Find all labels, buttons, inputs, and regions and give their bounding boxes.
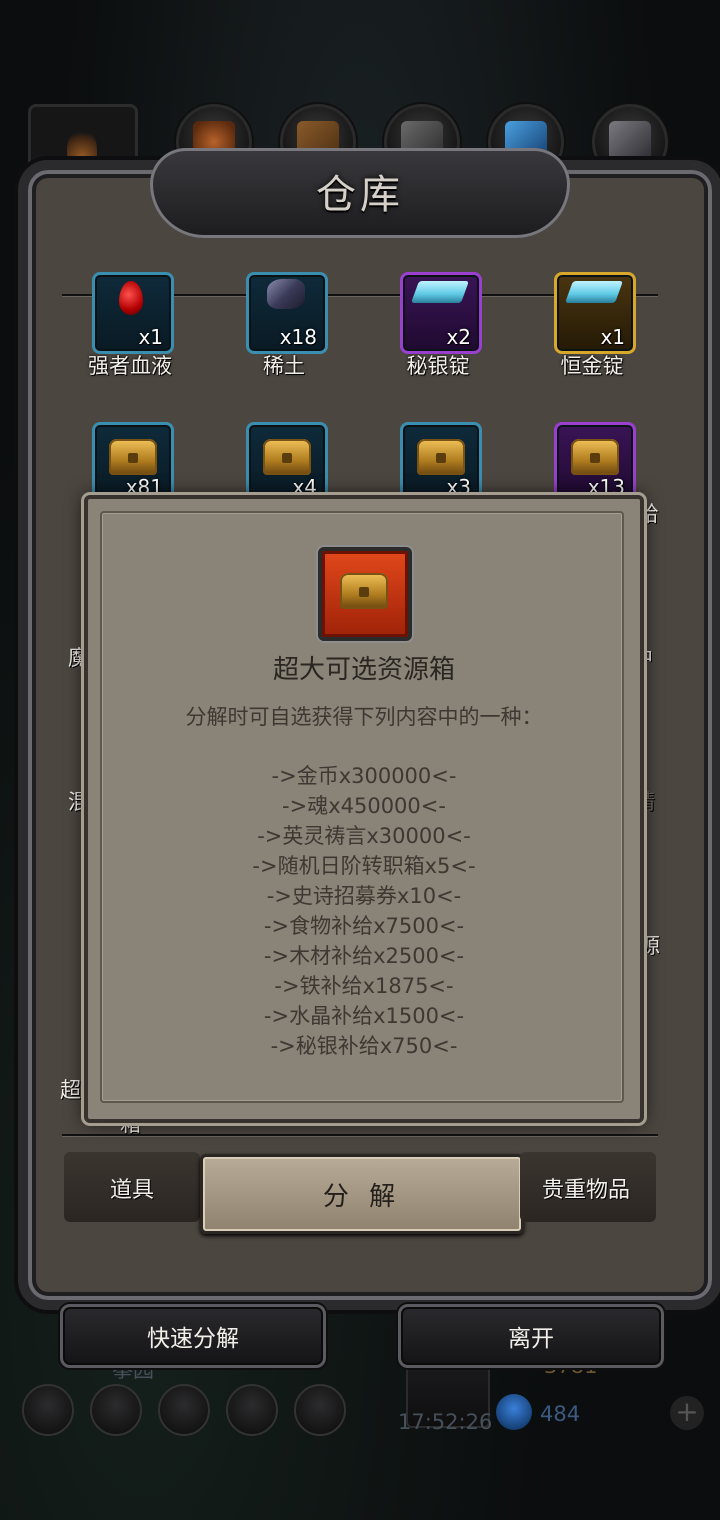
item-icon: x1 (92, 272, 174, 354)
tab-decompose[interactable]: 分 解 (200, 1154, 524, 1234)
chest-icon (340, 573, 388, 609)
item-icon: x81 (92, 422, 174, 504)
reward-option: ->金币x300000<- (271, 764, 457, 788)
clock-label: 17:52:26 (398, 1410, 493, 1434)
window-title: 仓库 (316, 172, 404, 218)
helmet-icon[interactable] (158, 1384, 210, 1436)
gem-icon (496, 1394, 532, 1430)
item-count: x2 (446, 325, 471, 349)
leave-button[interactable]: 离开 (398, 1304, 664, 1368)
reward-option: ->铁补给x1875<- (274, 974, 454, 998)
blood-drop-icon (119, 281, 143, 315)
reward-option: ->随机日阶转职箱x5<- (252, 854, 476, 878)
ingot-icon (410, 281, 470, 303)
item-icon: x2 (400, 272, 482, 354)
reward-option: ->水晶补给x1500<- (263, 1004, 465, 1028)
item-mithril-ingot[interactable]: x2 秘银锭 (378, 272, 498, 388)
popup-title: 超大可选资源箱 (272, 655, 455, 685)
popup-item-icon (318, 547, 412, 641)
reward-option: ->英灵祷言x30000<- (257, 824, 471, 848)
reward-option: ->木材补给x2500<- (263, 944, 465, 968)
mail-icon[interactable] (226, 1384, 278, 1436)
item-count: x1 (138, 325, 163, 349)
reward-option: ->史诗招募券x10<- (266, 884, 462, 908)
item-detail-popup[interactable]: 超大可选资源箱 分解时可自选获得下列内容中的一种： ->金币x300000<- … (84, 495, 644, 1123)
ore-icon (267, 279, 305, 309)
gem-count: 484 (540, 1402, 581, 1426)
mithril-icon (609, 121, 651, 163)
item-count: x1 (600, 325, 625, 349)
reward-option: ->食物补给x7500<- (263, 914, 465, 938)
item-name: 强者血液 (88, 354, 172, 378)
item-strong-blood[interactable]: x1 强者血液 (70, 272, 190, 388)
quick-decompose-button[interactable]: 快速分解 (60, 1304, 326, 1368)
tab-items-label: 道具 (110, 1178, 155, 1203)
item-eternal-gold-ingot[interactable]: x1 恒金锭 (532, 272, 652, 388)
chest-icon (109, 439, 157, 475)
ingot-icon (564, 281, 624, 303)
partial-item-label: 超 (60, 1078, 81, 1102)
star-icon[interactable] (90, 1384, 142, 1436)
chest-menu-icon[interactable] (294, 1384, 346, 1436)
chest-icon (571, 439, 619, 475)
item-icon: x4 (246, 422, 328, 504)
item-rare-earth[interactable]: x18 稀土 (224, 272, 344, 388)
item-count: x18 (279, 325, 317, 349)
item-name: 秘银锭 (406, 354, 470, 378)
item-icon: x18 (246, 272, 328, 354)
chest-icon (417, 439, 465, 475)
item-name: 稀土 (263, 354, 305, 378)
item-icon: x1 (554, 272, 636, 354)
item-name: 恒金锭 (560, 354, 624, 378)
reward-option: ->魂x450000<- (282, 794, 446, 818)
item-icon: x3 (400, 422, 482, 504)
popup-description: 分解时可自选获得下列内容中的一种： (185, 705, 543, 729)
bottom-divider (62, 1134, 658, 1136)
add-gems-icon[interactable]: + (670, 1396, 704, 1430)
chest-icon (263, 439, 311, 475)
tab-valuables-label: 贵重物品 (542, 1178, 631, 1203)
reward-option: ->秘银补给x750<- (270, 1034, 458, 1058)
item-icon: x13 (554, 422, 636, 504)
settings-icon[interactable] (22, 1384, 74, 1436)
reward-list: ->金币x300000<- ->魂x450000<- ->英灵祷言x30000<… (88, 761, 640, 1061)
